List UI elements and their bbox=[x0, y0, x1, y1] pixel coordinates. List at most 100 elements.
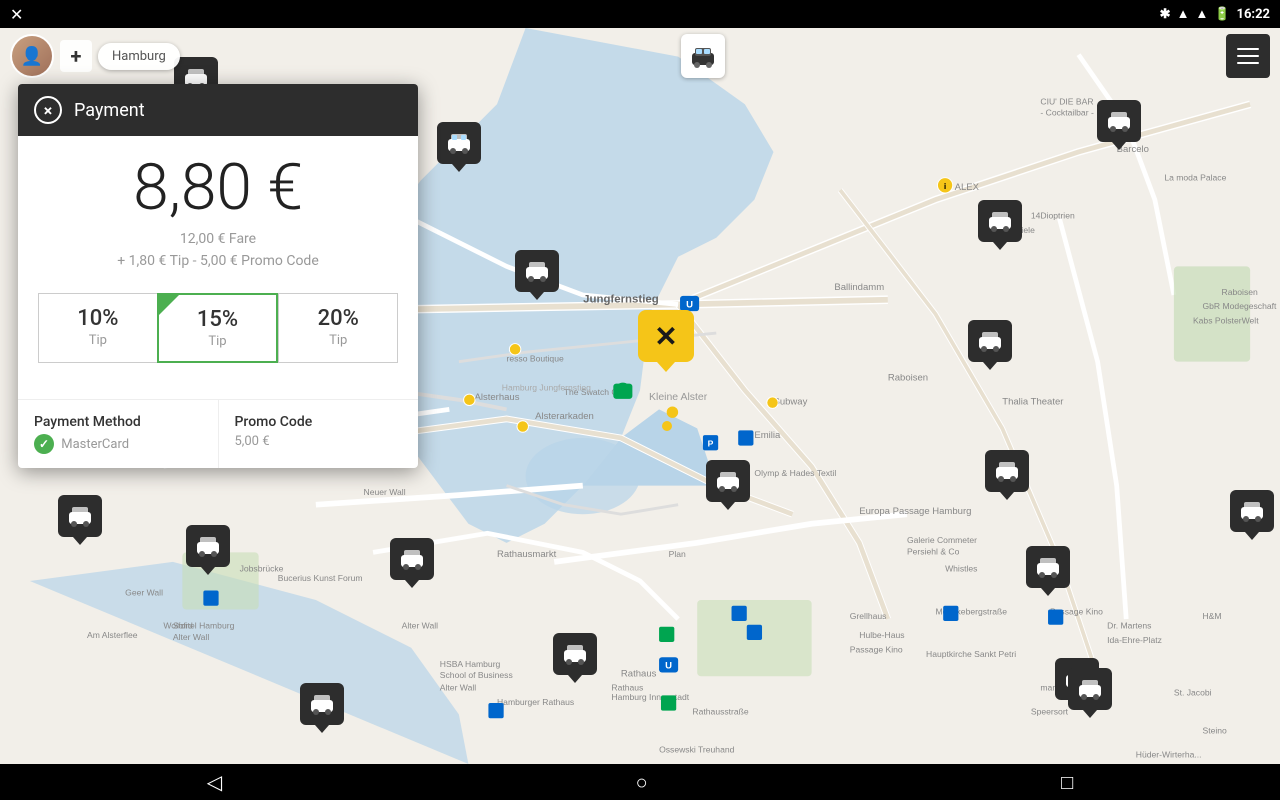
taxi-icon-box bbox=[1068, 668, 1112, 710]
payment-body: 8,80 € 12,00 € Fare + 1,80 € Tip - 5,00 … bbox=[18, 136, 418, 399]
tip-15-button[interactable]: 15% Tip bbox=[157, 293, 279, 363]
svg-text:Raboisen: Raboisen bbox=[1222, 287, 1258, 297]
svg-text:14Dioptrien: 14Dioptrien bbox=[1031, 211, 1075, 221]
svg-text:Jobsbrücke: Jobsbrücke bbox=[240, 563, 284, 573]
svg-text:Olymp & Hades Textil: Olymp & Hades Textil bbox=[754, 468, 836, 478]
svg-text:Raboisen: Raboisen bbox=[888, 373, 928, 384]
svg-text:Dr. Martens: Dr. Martens bbox=[1107, 621, 1151, 631]
battery-icon: 🔋 bbox=[1214, 7, 1230, 22]
taxi-marker bbox=[553, 633, 597, 683]
svg-text:Alsterarkaden: Alsterarkaden bbox=[535, 411, 594, 422]
svg-text:Ossewski Treuhand: Ossewski Treuhand bbox=[659, 745, 735, 755]
svg-text:Alter Wall: Alter Wall bbox=[440, 683, 476, 693]
taxi-icon-box bbox=[1097, 100, 1141, 142]
location-chip[interactable]: Hamburg bbox=[98, 43, 180, 70]
taxi-marker bbox=[985, 450, 1029, 500]
tip-10-label: Tip bbox=[47, 333, 149, 348]
taxi-icon-box bbox=[1230, 490, 1274, 532]
taxi-icon-box bbox=[553, 633, 597, 675]
promo-code-label: Promo Code bbox=[235, 414, 403, 430]
taxi-marker bbox=[978, 200, 1022, 250]
svg-text:Ida-Ehre-Platz: Ida-Ehre-Platz bbox=[1107, 635, 1162, 645]
taxi-pin bbox=[1041, 588, 1055, 596]
taxi-pin bbox=[73, 537, 87, 545]
taxi-car-icon bbox=[688, 41, 718, 71]
payment-method-label: Payment Method bbox=[34, 414, 202, 430]
taxi-marker bbox=[437, 122, 481, 172]
location-dot bbox=[662, 421, 672, 431]
taxi-icon-box bbox=[968, 320, 1012, 362]
logo-icon: ✕ bbox=[646, 316, 686, 356]
time-display: 16:22 bbox=[1237, 7, 1271, 22]
svg-text:Plan: Plan bbox=[669, 549, 686, 559]
payment-method-section[interactable]: Payment Method ✓ MasterCard bbox=[18, 400, 219, 468]
taxi-pin bbox=[568, 675, 582, 683]
taxi-pin bbox=[983, 362, 997, 370]
add-button[interactable]: + bbox=[60, 40, 92, 72]
svg-text:Alsterhaus: Alsterhaus bbox=[475, 392, 520, 403]
payment-title: Payment bbox=[74, 100, 145, 121]
home-button[interactable]: ○ bbox=[636, 770, 648, 795]
svg-text:Rathausstraße: Rathausstraße bbox=[692, 706, 748, 716]
svg-text:Emilia: Emilia bbox=[754, 430, 781, 441]
svg-text:Jungfernstieg: Jungfernstieg bbox=[583, 294, 659, 306]
taxi-pin bbox=[1083, 710, 1097, 718]
svg-text:Alter Wall: Alter Wall bbox=[402, 621, 438, 631]
payment-header: × Payment bbox=[18, 84, 418, 136]
payment-method-value: ✓ MasterCard bbox=[34, 434, 202, 454]
tip-buttons: 10% Tip 15% Tip 20% Tip bbox=[38, 293, 398, 363]
svg-text:CIU' DIE BAR: CIU' DIE BAR bbox=[1040, 96, 1093, 106]
svg-text:- Cocktailbar -: - Cocktailbar - bbox=[1040, 108, 1094, 118]
taxi-icon-box bbox=[390, 538, 434, 580]
tip-20-button[interactable]: 20% Tip bbox=[278, 293, 398, 363]
tip-15-label: Tip bbox=[167, 334, 269, 349]
tip-10-button[interactable]: 10% Tip bbox=[38, 293, 157, 363]
close-button[interactable]: × bbox=[34, 96, 62, 124]
svg-text:Whistles: Whistles bbox=[945, 563, 977, 573]
payment-panel: × Payment 8,80 € 12,00 € Fare + 1,80 € T… bbox=[18, 84, 418, 468]
svg-text:Hamburger Rathaus: Hamburger Rathaus bbox=[497, 697, 574, 707]
tip-10-percent: 10% bbox=[47, 306, 149, 331]
taxi-pin bbox=[405, 580, 419, 588]
svg-text:Passage Kino: Passage Kino bbox=[850, 644, 903, 654]
taxi-pin bbox=[1245, 532, 1259, 540]
taxi-marker bbox=[58, 495, 102, 545]
recent-button[interactable]: □ bbox=[1061, 770, 1073, 795]
menu-line-1 bbox=[1237, 48, 1259, 50]
taxi-pin bbox=[201, 567, 215, 575]
taxi-marker bbox=[968, 320, 1012, 370]
top-bar: 👤 + Hamburg bbox=[0, 28, 1280, 84]
fare-label: 12,00 € Fare bbox=[38, 228, 398, 250]
tip-20-label: Tip bbox=[287, 333, 389, 348]
status-right: ✱ ▲ ▲ 🔋 16:22 bbox=[1160, 6, 1270, 22]
svg-text:Hüder-Wirterha...: Hüder-Wirterha... bbox=[1136, 749, 1202, 759]
svg-text:Hamburg Innenstadt: Hamburg Innenstadt bbox=[611, 692, 689, 702]
price-details: 12,00 € Fare + 1,80 € Tip - 5,00 € Promo… bbox=[38, 228, 398, 273]
taxi-marker bbox=[1068, 668, 1112, 718]
taxi-pin bbox=[993, 242, 1007, 250]
taxi-marker bbox=[1097, 100, 1141, 150]
payment-check-icon: ✓ bbox=[34, 434, 54, 454]
svg-text:H&M: H&M bbox=[1202, 611, 1221, 621]
taxi-icon-box bbox=[437, 122, 481, 164]
svg-text:i: i bbox=[944, 181, 946, 191]
menu-button[interactable] bbox=[1226, 34, 1270, 78]
taxi-marker bbox=[186, 525, 230, 575]
taxi-pin bbox=[721, 502, 735, 510]
profile-area: 👤 + Hamburg bbox=[10, 34, 180, 78]
svg-text:Europa Passage Hamburg: Europa Passage Hamburg bbox=[859, 506, 971, 517]
close-app-icon: ✕ bbox=[10, 5, 23, 24]
avatar[interactable]: 👤 bbox=[10, 34, 54, 78]
logo-box: ✕ bbox=[638, 310, 694, 362]
promo-code-section[interactable]: Promo Code 5,00 € bbox=[219, 400, 419, 468]
taxi-marker bbox=[706, 460, 750, 510]
svg-text:U: U bbox=[686, 299, 693, 310]
avatar-image: 👤 bbox=[12, 36, 52, 76]
svg-text:Neuer Wall: Neuer Wall bbox=[364, 487, 406, 497]
svg-text:Hauptkirche Sankt Petri: Hauptkirche Sankt Petri bbox=[926, 649, 1016, 659]
menu-line-3 bbox=[1237, 62, 1259, 64]
back-button[interactable]: ◁ bbox=[207, 770, 222, 794]
svg-text:Hulbe-Haus: Hulbe-Haus bbox=[859, 630, 904, 640]
svg-text:Persiehl & Co: Persiehl & Co bbox=[907, 546, 960, 556]
svg-text:✕: ✕ bbox=[654, 321, 677, 352]
